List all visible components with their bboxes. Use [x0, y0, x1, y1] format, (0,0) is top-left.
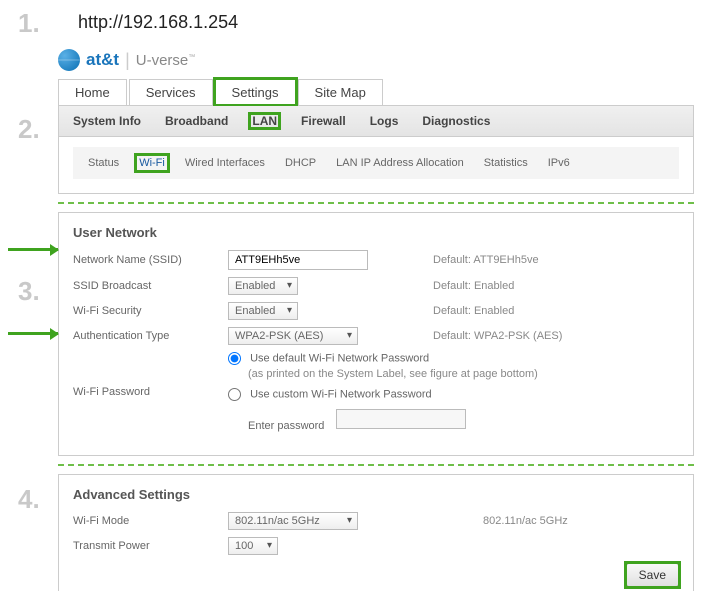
user-network-panel: User Network Network Name (SSID) Default…	[58, 212, 694, 456]
subtab-broadband[interactable]: Broadband	[163, 114, 230, 128]
tab-services[interactable]: Services	[129, 79, 213, 105]
step-number-2: 2.	[0, 106, 58, 145]
broadcast-label: SSID Broadcast	[73, 280, 228, 292]
security-label: Wi-Fi Security	[73, 305, 228, 317]
tab-settings[interactable]: Settings	[215, 79, 296, 105]
password-default-note: (as printed on the System Label, see fig…	[248, 368, 538, 380]
brand-product: U-verse™	[136, 52, 196, 69]
main-tabs: Home Services Settings Site Map	[58, 79, 694, 106]
auth-label: Authentication Type	[73, 330, 228, 342]
ssid-default: Default: ATT9EHh5ve	[433, 254, 539, 266]
enter-password-label: Enter password	[248, 420, 324, 432]
brand-logo: at&t | U-verse™	[58, 45, 694, 79]
advanced-title: Advanced Settings	[73, 487, 679, 502]
password-default-label: Use default Wi-Fi Network Password	[250, 352, 429, 364]
lan-tab-status[interactable]: Status	[85, 155, 122, 171]
divider	[58, 202, 694, 204]
lan-tab-wifi[interactable]: Wi-Fi	[136, 155, 168, 171]
brand-att: at&t	[86, 50, 119, 70]
password-default-radio[interactable]	[228, 352, 241, 365]
lan-tab-dhcp[interactable]: DHCP	[282, 155, 319, 171]
lan-tab-statistics[interactable]: Statistics	[481, 155, 531, 171]
ssid-label: Network Name (SSID)	[73, 254, 228, 266]
wifi-mode-label: Wi-Fi Mode	[73, 515, 228, 527]
broadcast-select[interactable]: Enabled	[228, 277, 298, 295]
broadcast-default: Default: Enabled	[433, 280, 514, 292]
lan-tabs: Status Wi-Fi Wired Interfaces DHCP LAN I…	[73, 147, 679, 179]
subtab-lan[interactable]: LAN	[250, 114, 279, 128]
user-network-title: User Network	[73, 225, 679, 240]
lan-tab-ipv6[interactable]: IPv6	[545, 155, 573, 171]
lan-tab-ip-alloc[interactable]: LAN IP Address Allocation	[333, 155, 467, 171]
security-default: Default: Enabled	[433, 305, 514, 317]
password-label: Wi-Fi Password	[73, 386, 228, 398]
step-number-1: 1.	[0, 6, 58, 39]
step-number-3: 3.	[0, 276, 58, 307]
wifi-mode-display: 802.11n/ac 5GHz	[483, 515, 568, 527]
address-bar-text: http://192.168.1.254	[58, 6, 238, 45]
subtab-system-info[interactable]: System Info	[71, 114, 143, 128]
advanced-panel: Advanced Settings Wi-Fi Mode 802.11n/ac …	[58, 474, 694, 591]
step-number-4: 4.	[0, 474, 58, 515]
settings-subtabs: System Info Broadband LAN Firewall Logs …	[58, 106, 694, 137]
subtab-logs[interactable]: Logs	[368, 114, 401, 128]
transmit-power-label: Transmit Power	[73, 540, 228, 552]
wifi-mode-select[interactable]: 802.11n/ac 5GHz	[228, 512, 358, 530]
auth-default: Default: WPA2-PSK (AES)	[433, 330, 562, 342]
tab-home[interactable]: Home	[58, 79, 127, 105]
divider	[58, 464, 694, 466]
ssid-input[interactable]	[228, 250, 368, 270]
subtab-diagnostics[interactable]: Diagnostics	[420, 114, 492, 128]
password-custom-radio[interactable]	[228, 388, 241, 401]
auth-select[interactable]: WPA2-PSK (AES)	[228, 327, 358, 345]
tab-site-map[interactable]: Site Map	[298, 79, 383, 105]
lan-tab-wired[interactable]: Wired Interfaces	[182, 155, 268, 171]
security-select[interactable]: Enabled	[228, 302, 298, 320]
enter-password-input[interactable]	[336, 409, 466, 429]
subtab-firewall[interactable]: Firewall	[299, 114, 348, 128]
save-button[interactable]: Save	[626, 563, 679, 587]
globe-icon	[58, 49, 80, 71]
password-custom-label: Use custom Wi-Fi Network Password	[250, 388, 432, 400]
transmit-power-select[interactable]: 100	[228, 537, 278, 555]
